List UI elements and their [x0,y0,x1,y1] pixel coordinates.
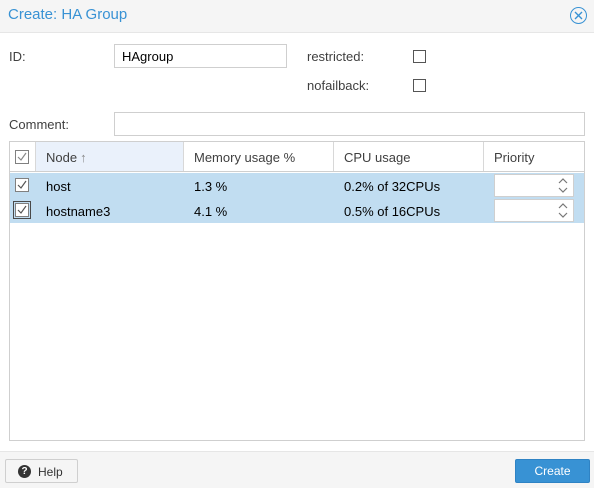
column-label-memory: Memory usage % [194,150,296,165]
priority-spinner[interactable] [494,199,574,222]
cell-node: hostname3 [46,204,111,219]
select-all-checkbox[interactable] [15,150,29,164]
create-button-label: Create [534,464,571,478]
dialog-footer: ? Help Create [0,451,594,488]
row-checkbox[interactable] [13,201,31,219]
column-header-memory[interactable]: Memory usage % [184,142,334,171]
nofailback-label: nofailback: [307,78,370,93]
column-label-node: Node [46,150,78,165]
select-all-cell [10,142,36,171]
spinner-arrows-icon[interactable] [557,177,569,194]
nofailback-checkbox[interactable] [413,79,426,92]
id-label: ID: [9,49,26,64]
restricted-checkbox[interactable] [413,50,426,63]
sort-ascending-icon: ↑ [80,150,87,165]
spinner-arrows-icon[interactable] [557,202,569,219]
comment-input[interactable] [114,112,585,136]
comment-label: Comment: [9,117,69,132]
column-label-cpu: CPU usage [344,150,411,165]
table-row[interactable]: hostname3 4.1 % 0.5% of 16CPUs [10,198,584,223]
help-button-label: Help [38,465,63,479]
cell-cpu: 0.5% of 16CPUs [344,204,441,219]
column-label-priority: Priority [494,150,535,165]
cell-memory: 1.3 % [194,179,228,194]
column-header-priority[interactable]: Priority [484,142,584,171]
create-button[interactable]: Create [515,459,590,483]
grid-header: Node ↑ Memory usage % CPU usage Priority [10,142,584,172]
cell-node: host [46,179,71,194]
cell-memory: 4.1 % [194,204,228,219]
dialog-titlebar: Create: HA Group [0,0,594,33]
help-button[interactable]: ? Help [5,459,78,483]
restricted-label: restricted: [307,49,365,64]
cell-cpu: 0.2% of 32CPUs [344,179,441,194]
dialog-title: Create: HA Group [8,6,128,23]
nodes-grid: Node ↑ Memory usage % CPU usage Priority … [9,141,585,441]
table-row[interactable]: host 1.3 % 0.2% of 32CPUs [10,173,584,198]
help-icon: ? [18,465,31,478]
id-input[interactable] [114,44,287,68]
priority-spinner[interactable] [494,174,574,197]
close-icon[interactable] [570,7,587,24]
row-checkbox[interactable] [15,178,29,192]
column-header-node[interactable]: Node ↑ [36,142,184,171]
column-header-cpu[interactable]: CPU usage [334,142,484,171]
